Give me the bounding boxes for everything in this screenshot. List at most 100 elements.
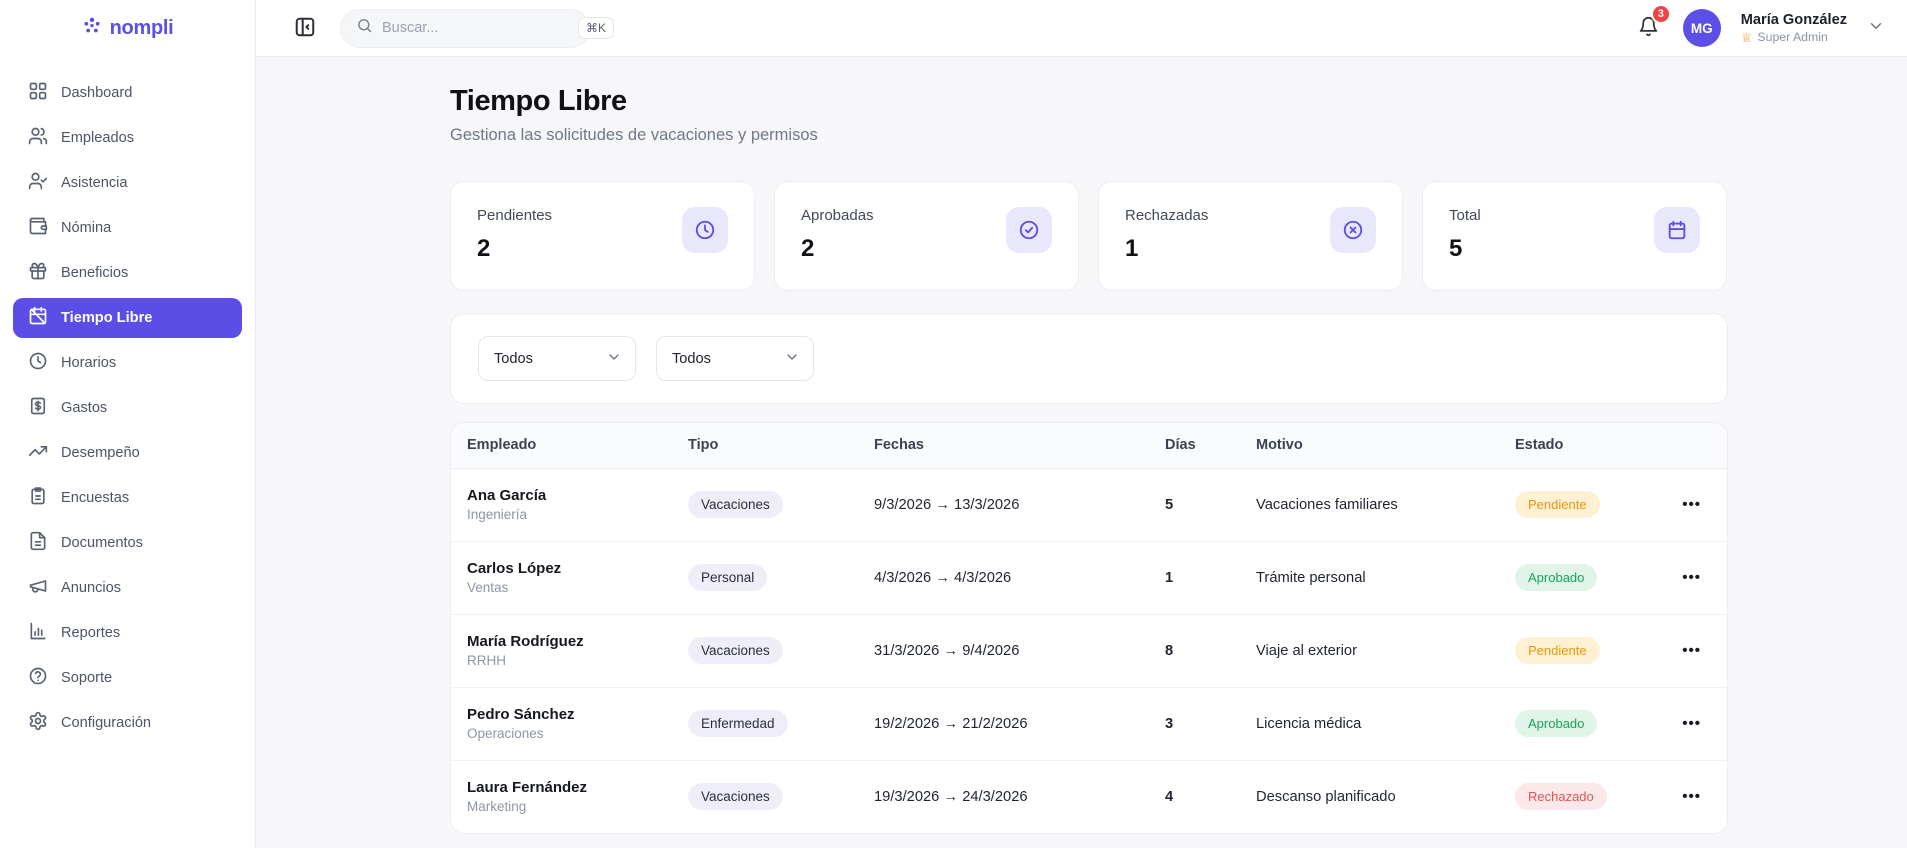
chevron-down-icon[interactable] [1867,17,1885,40]
sidebar-item-gastos[interactable]: Gastos [13,388,242,428]
employee-dept: Marketing [467,799,527,815]
topbar-right: 3 MG María González ♕ Super Admin [1634,4,1885,47]
days-count: 3 [1149,687,1240,761]
employee-name: María Rodríguez [467,633,584,650]
sidebar-item-label: Horarios [61,355,117,371]
notifications-button[interactable]: 3 [1634,4,1671,46]
sidebar-item-label: Encuestas [61,490,130,506]
sidebar: nompli Dashboard Empleados Asistencia Nó… [0,0,256,848]
stat-card-aprobadas: Aprobadas 2 [774,181,1079,291]
employee-dept: Ingeniería [467,507,528,522]
column-header-dias: Días [1165,437,1196,454]
sidebar-item-label: Dashboard [61,85,133,101]
stat-value: 2 [477,235,491,262]
gift-icon [28,261,48,285]
status-badge: Pendiente [1515,637,1600,664]
search-bar[interactable]: ⌘K [340,8,615,48]
employee-name: Pedro Sánchez [467,706,575,723]
brand-name: nompli [109,16,174,39]
search-icon [356,17,373,39]
dates-range: 9/3/2026 → 13/3/2026 [858,468,1149,542]
status-badge: Pendiente [1515,491,1600,518]
stat-label: Pendientes [477,207,553,224]
sidebar-item-empleados[interactable]: Empleados [13,118,242,158]
user-check-icon [28,171,48,195]
sidebar-item-nomina[interactable]: Nómina [13,208,242,248]
sidebar-item-beneficios[interactable]: Beneficios [13,253,242,293]
sidebar-item-horarios[interactable]: Horarios [13,343,242,383]
main-content: Tiempo Libre Gestiona las solicitudes de… [256,57,1907,848]
employee-name: Laura Fernández [467,779,588,797]
row-actions-button[interactable]: ••• [1676,784,1707,809]
stat-label: Aprobadas [801,207,874,224]
clock-icon [682,207,728,253]
row-actions-button[interactable]: ••• [1676,565,1707,590]
crown-icon: ♕ [1740,29,1753,45]
sidebar-item-dashboard[interactable]: Dashboard [13,73,242,113]
days-count: 5 [1149,468,1240,542]
sidebar-collapse-button[interactable] [294,16,316,41]
sidebar-item-anuncios[interactable]: Anuncios [13,568,242,608]
file-text-icon [28,531,48,555]
column-header-motivo: Motivo [1256,437,1303,454]
avatar[interactable]: MG [1682,9,1721,47]
logo: nompli [0,0,255,57]
row-actions-button[interactable]: ••• [1676,711,1707,736]
type-badge: Vacaciones [688,637,783,664]
type-badge: Enfermedad [688,710,788,737]
sidebar-item-label: Nómina [61,220,112,236]
trending-up-icon [28,441,48,465]
status-badge: Aprobado [1515,564,1598,591]
sidebar-item-documentos[interactable]: Documentos [13,523,242,563]
dates-range: 19/3/2026 → 24/3/2026 [874,788,1028,805]
topbar: ⌘K 3 MG María González ♕ Super Admin [256,0,1907,57]
brand-mark-icon [82,16,102,41]
sidebar-item-label: Gastos [61,400,108,416]
sidebar-item-label: Asistencia [61,175,128,191]
notification-count-badge: 3 [1650,4,1671,24]
x-circle-icon [1330,207,1376,253]
bar-chart-icon [28,621,48,645]
type-badge: Vacaciones [688,491,783,518]
reason-text: Descanso planificado [1256,788,1396,805]
reason-text: Viaje al exterior [1240,614,1499,688]
sidebar-item-soporte[interactable]: Soporte [13,658,242,698]
search-input[interactable] [382,20,569,36]
sidebar-item-reportes[interactable]: Reportes [13,613,242,653]
table-row: Laura Fernández Marketing Vacaciones 19/3… [451,760,1727,833]
filter-status-value: Todos [672,350,711,367]
stats-row: Pendientes 2 Aprobadas 2 Rechazadas 1 To… [450,181,1728,291]
users-icon [28,126,48,150]
sidebar-nav: Dashboard Empleados Asistencia Nómina Be… [0,57,255,764]
sidebar-item-configuracion[interactable]: Configuración [13,703,242,743]
requests-table-card: Empleado Tipo Fechas Días Motivo Estado … [450,422,1728,834]
page-subtitle: Gestiona las solicitudes de vacaciones y… [450,126,818,144]
filters-panel: Todos Todos [450,313,1728,404]
row-actions-button[interactable]: ••• [1676,638,1707,663]
sidebar-item-desempeno[interactable]: Desempeño [13,433,242,473]
table-header-row: Empleado Tipo Fechas Días Motivo Estado [451,423,1727,468]
employee-dept: Operaciones [467,726,544,741]
column-header-estado: Estado [1515,437,1564,454]
sidebar-item-encuestas[interactable]: Encuestas [13,478,242,518]
sidebar-item-asistencia[interactable]: Asistencia [13,163,242,203]
type-badge: Vacaciones [688,783,783,811]
help-circle-icon [28,666,48,690]
sidebar-item-tiempo-libre[interactable]: Tiempo Libre [13,298,242,338]
check-circle-icon [1006,207,1052,253]
filter-status-select[interactable]: Todos [656,336,814,381]
column-header-fechas: Fechas [874,437,924,454]
stat-value: 1 [1125,235,1139,262]
panel-left-icon [294,16,316,41]
clock-icon [28,351,48,375]
user-info[interactable]: María González ♕ Super Admin [1741,12,1847,44]
grid-icon [28,81,48,105]
clipboard-icon [28,486,48,510]
status-badge: Aprobado [1515,710,1598,737]
filter-type-select[interactable]: Todos [478,336,636,381]
wallet-icon [28,216,48,240]
row-actions-button[interactable]: ••• [1676,492,1707,517]
user-role-label: Super Admin [1757,30,1828,44]
stat-label: Total [1449,207,1481,224]
sidebar-item-label: Tiempo Libre [61,310,153,326]
